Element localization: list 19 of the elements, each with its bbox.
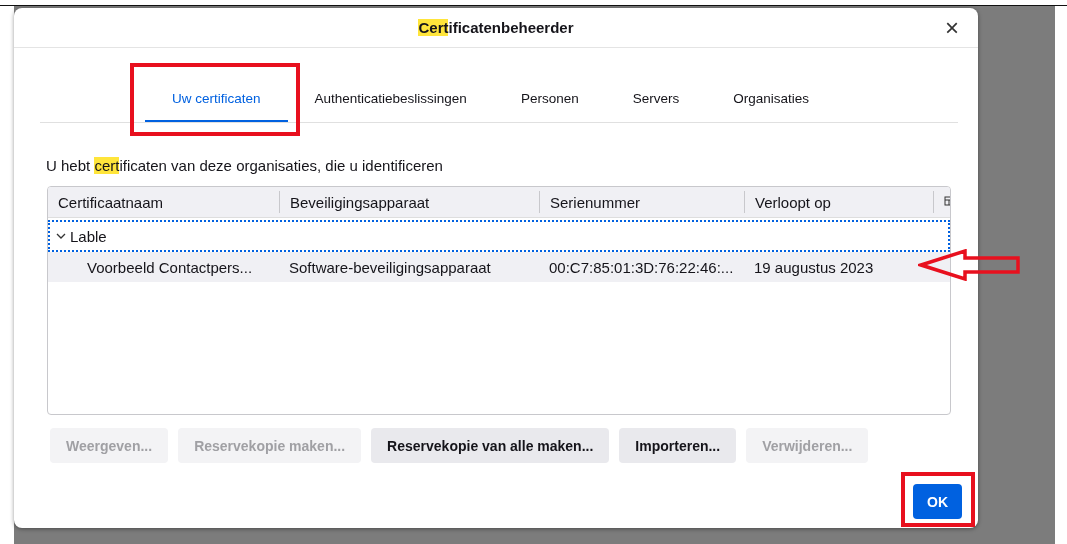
tab[interactable]: Authenticatiebeslissingen [287,76,494,122]
group-label[interactable]: Lable [70,227,107,245]
table-cell-text: 19 augustus 2023 [753,258,875,276]
table-cell-text: 00:C7:85:01:3D:76:22:46:... [548,258,735,276]
column-header[interactable]: Certificaatnaam [58,193,164,211]
action-button[interactable]: Importeren... [619,428,737,463]
close-button[interactable]: × [938,14,966,42]
tab[interactable]: Uw certificaten [145,76,288,122]
table-cell-text: Voorbeeld Contactpers... [86,258,254,276]
table-cell-text: Software-beveiligingsapparaat [288,258,492,276]
tab[interactable]: Organisaties [706,76,836,122]
column-header[interactable]: Serienummer [550,193,641,211]
column-header[interactable]: Beveiligingsapparaat [290,193,430,211]
ok-button[interactable]: OK [913,484,962,519]
tab[interactable]: Servers [605,76,707,122]
column-header[interactable]: Verloopt op [755,193,831,211]
chevron-icon[interactable] [56,231,66,241]
tab[interactable]: Personen [493,76,606,122]
action-button[interactable]: Reservekopie van alle maken... [371,428,610,463]
